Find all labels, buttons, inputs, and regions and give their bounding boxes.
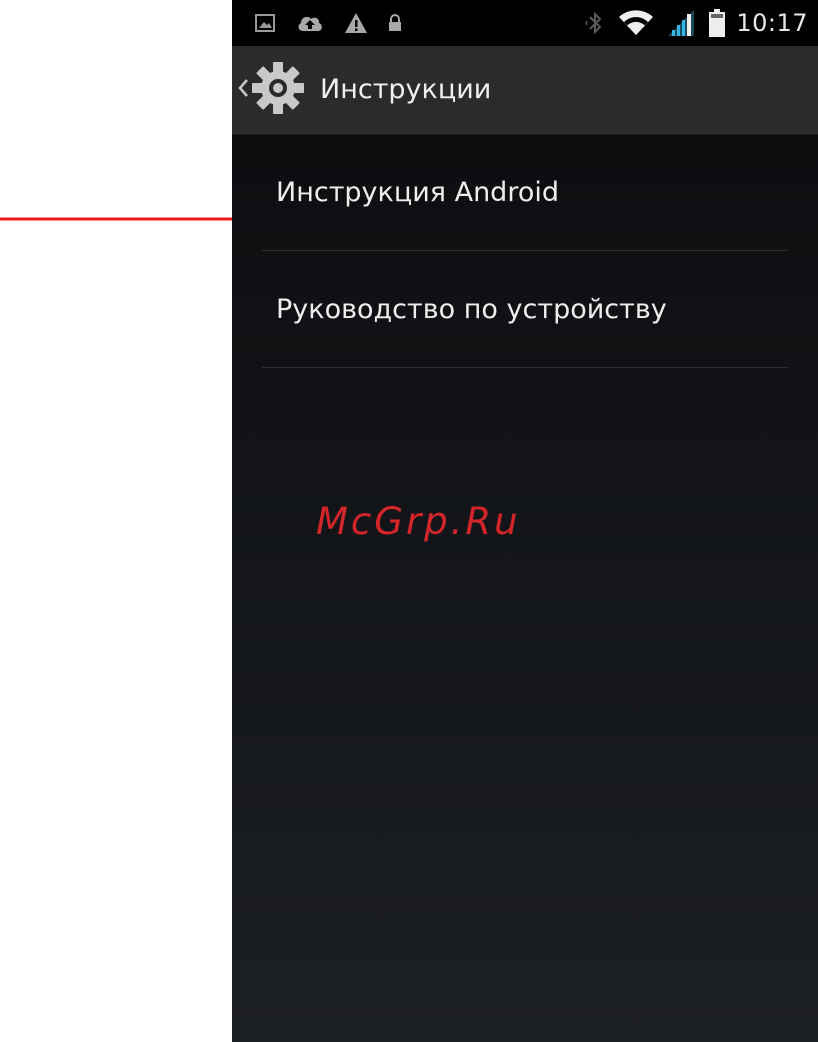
page: 10:17 Инструкции Инструкция Android Руко… <box>0 0 818 1042</box>
watermark: McGrp.Ru <box>316 500 521 543</box>
chevron-left-icon <box>236 76 250 104</box>
page-title: Инструкции <box>320 74 492 105</box>
status-clock: 10:17 <box>736 9 808 37</box>
notification-icons <box>254 10 422 36</box>
bluetooth-icon <box>584 9 606 37</box>
wifi-icon <box>618 9 654 37</box>
battery-icon <box>708 8 726 38</box>
image-icon <box>254 13 276 33</box>
signal-icon <box>666 8 696 38</box>
cloud-upload-icon <box>296 13 324 33</box>
lock-icon <box>388 14 402 32</box>
up-navigation-button[interactable] <box>236 62 306 116</box>
warning-icon <box>344 12 368 34</box>
list-item-label: Руководство по устройству <box>276 294 667 325</box>
system-icons: 10:17 <box>572 6 808 40</box>
gear-icon <box>250 60 306 120</box>
action-bar: Инструкции <box>232 46 818 135</box>
status-bar: 10:17 <box>232 0 818 46</box>
list-item-android-instructions[interactable]: Инструкция Android <box>262 134 788 251</box>
list-item-label: Инструкция Android <box>276 177 559 208</box>
list-item-device-manual[interactable]: Руководство по устройству <box>262 251 788 368</box>
instructions-list: Инструкция Android Руководство по устрой… <box>262 134 788 368</box>
